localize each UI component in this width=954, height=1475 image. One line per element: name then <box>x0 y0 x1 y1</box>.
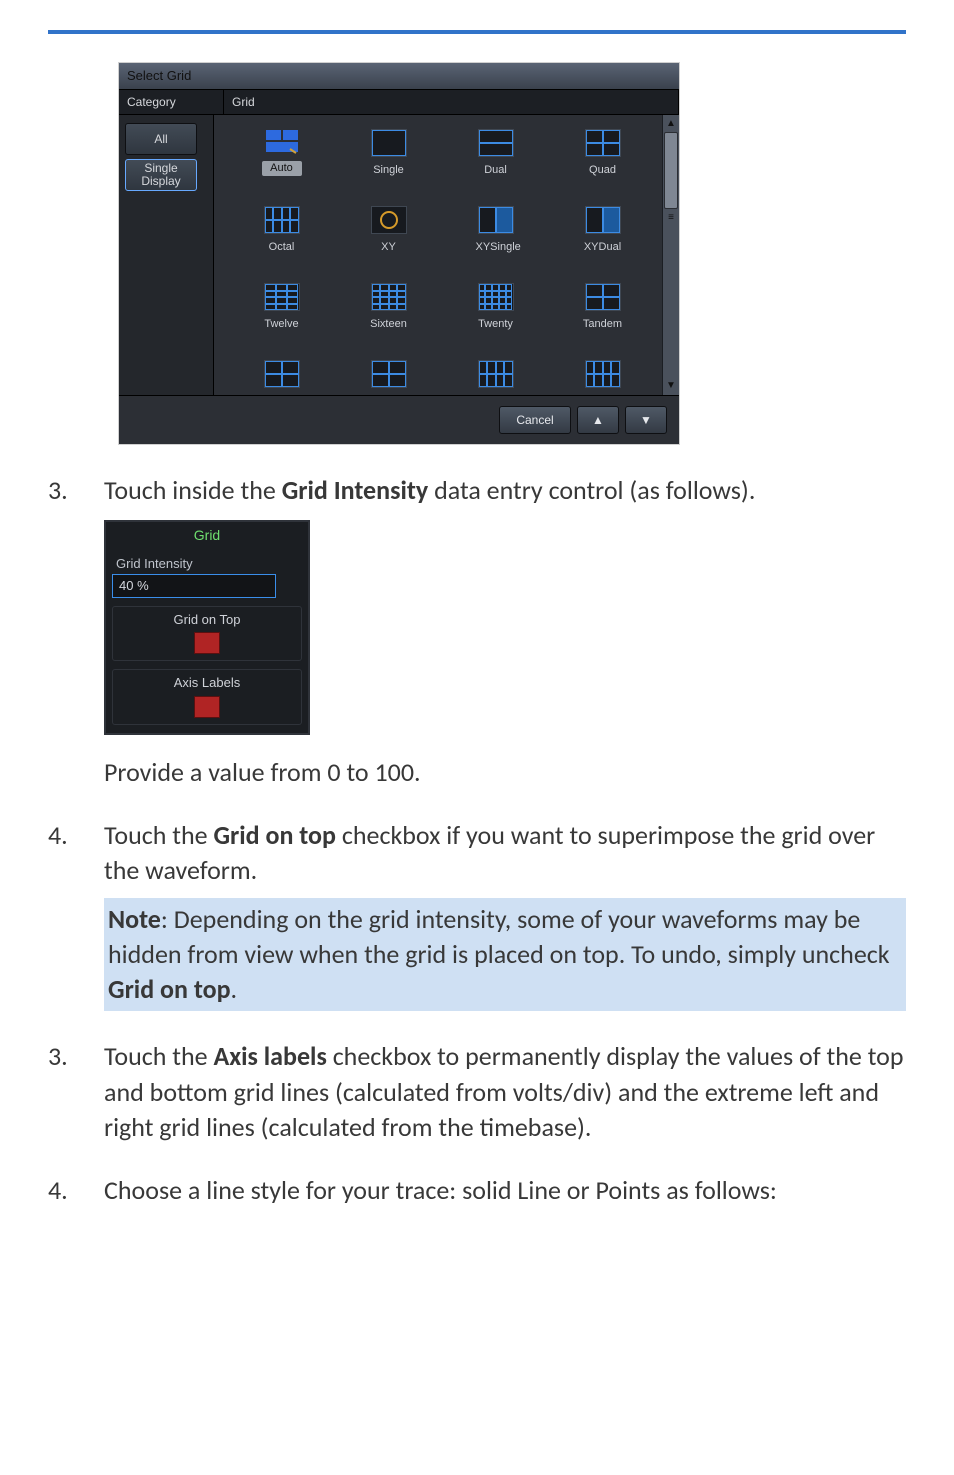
grid-sixteen-icon <box>371 283 407 311</box>
header-rule <box>48 30 906 34</box>
grid-option-label: Dual <box>476 163 516 178</box>
select-grid-dialog: Select Grid Category Grid All Single Dis… <box>118 62 680 445</box>
grid-option-twenty[interactable]: Twenty <box>442 283 549 332</box>
scroll-up-icon[interactable]: ▲ <box>666 117 676 131</box>
cancel-button-label: Cancel <box>516 412 553 428</box>
grid-option-label: Twelve <box>262 317 302 332</box>
grid-option-label: Single <box>369 163 409 178</box>
grid-options: Auto Single Dual Quad <box>214 115 662 395</box>
grid-xy-icon <box>371 206 407 234</box>
category-single-display[interactable]: Single Display <box>125 159 197 191</box>
dialog-title: Select Grid <box>119 63 679 90</box>
grid-option-xysingle[interactable]: XYSingle <box>442 206 549 255</box>
grid-on-top-checkbox[interactable] <box>194 632 220 654</box>
grid-option-label: XY <box>369 240 409 255</box>
scroll-down-icon[interactable]: ▼ <box>666 379 676 393</box>
grid-dual-icon <box>478 129 514 157</box>
category-all-label: All <box>154 131 167 147</box>
grid-option-single[interactable]: Single <box>335 129 442 178</box>
list-item: 4. Touch the Grid on top checkbox if you… <box>48 818 906 1011</box>
grid-option-extra[interactable] <box>228 360 335 388</box>
grid-auto-icon <box>265 129 299 155</box>
dialog-footer: Cancel ▲ ▼ <box>119 395 679 444</box>
grid-option-label: Tandem <box>583 317 623 332</box>
scroll-drag-icon: ≡ <box>668 211 674 225</box>
list-text: Choose a line style for your trace: soli… <box>104 1173 906 1208</box>
grid-option-quad[interactable]: Quad <box>549 129 656 178</box>
grid-extra-icon <box>371 360 407 388</box>
grid-option-sixteen[interactable]: Sixteen <box>335 283 442 332</box>
category-all[interactable]: All <box>125 123 197 155</box>
grid-twelve-icon <box>264 283 300 311</box>
category-single-display-label: Single Display <box>141 162 180 187</box>
grid-intensity-label: Grid Intensity <box>116 555 298 573</box>
grid-option-auto[interactable]: Auto <box>228 129 335 178</box>
grid-panel-title: Grid <box>112 524 302 551</box>
grid-option-label: XYSingle <box>476 240 516 255</box>
scroll-thumb[interactable] <box>664 132 678 209</box>
grid-option-label: Octal <box>262 240 302 255</box>
grid-extra-icon <box>264 360 300 388</box>
grid-option-extra[interactable] <box>335 360 442 388</box>
grid-twenty-icon <box>478 283 514 311</box>
list-number: 3. <box>48 473 82 790</box>
chevron-up-icon: ▲ <box>592 412 604 428</box>
list-number: 4. <box>48 818 82 1011</box>
grid-option-extra[interactable] <box>549 360 656 388</box>
list-item: 3. Touch inside the Grid Intensity data … <box>48 473 906 790</box>
note-block: Note: Depending on the grid intensity, s… <box>104 898 906 1011</box>
grid-option-tandem[interactable]: Tandem <box>549 283 656 332</box>
nav-up-button[interactable]: ▲ <box>577 406 619 434</box>
chevron-down-icon: ▼ <box>640 412 652 428</box>
cancel-button[interactable]: Cancel <box>499 406 571 434</box>
category-list: All Single Display <box>119 115 214 395</box>
grid-pane-wrap: Auto Single Dual Quad <box>214 115 679 395</box>
axis-labels-group: Axis Labels <box>112 669 302 725</box>
grid-option-label: Quad <box>583 163 623 178</box>
grid-option-dual[interactable]: Dual <box>442 129 549 178</box>
list-item: 3. Touch the Axis labels checkbox to per… <box>48 1039 906 1144</box>
grid-option-label: Auto <box>262 161 302 176</box>
nav-down-button[interactable]: ▼ <box>625 406 667 434</box>
list-item: 4. Choose a line style for your trace: s… <box>48 1173 906 1208</box>
grid-scrollbar[interactable]: ▲ ≡ ▼ <box>662 115 679 395</box>
list-text: Touch inside the Grid Intensity data ent… <box>104 473 906 790</box>
list-text: Touch the Axis labels checkbox to perman… <box>104 1039 906 1144</box>
grid-option-xy[interactable]: XY <box>335 206 442 255</box>
scroll-track <box>665 227 677 377</box>
grid-option-twelve[interactable]: Twelve <box>228 283 335 332</box>
grid-single-icon <box>371 129 407 157</box>
grid-on-top-label: Grid on Top <box>113 611 301 629</box>
grid-extra-icon <box>585 360 621 388</box>
list-text: Touch the Grid on top checkbox if you wa… <box>104 818 906 1011</box>
grid-extra-icon <box>478 360 514 388</box>
step3-tail: Provide a value from 0 to 100. <box>104 755 906 790</box>
grid-tandem-icon <box>585 283 621 311</box>
list-number: 3. <box>48 1039 82 1144</box>
grid-header: Grid <box>224 90 679 114</box>
category-header: Category <box>119 90 224 114</box>
list-number: 4. <box>48 1173 82 1208</box>
grid-quad-icon <box>585 129 621 157</box>
grid-intensity-input[interactable]: 40 % <box>112 574 276 598</box>
grid-xydual-icon <box>585 206 621 234</box>
grid-octal-icon <box>264 206 300 234</box>
grid-xysingle-icon <box>478 206 514 234</box>
grid-option-octal[interactable]: Octal <box>228 206 335 255</box>
grid-on-top-group: Grid on Top <box>112 606 302 662</box>
grid-option-label: XYDual <box>583 240 623 255</box>
grid-intensity-panel: Grid Grid Intensity 40 % Grid on Top Axi… <box>104 520 310 735</box>
axis-labels-label: Axis Labels <box>113 674 301 692</box>
grid-option-extra[interactable] <box>442 360 549 388</box>
axis-labels-checkbox[interactable] <box>194 696 220 718</box>
grid-option-xydual[interactable]: XYDual <box>549 206 656 255</box>
grid-option-label: Twenty <box>476 317 516 332</box>
grid-option-label: Sixteen <box>369 317 409 332</box>
